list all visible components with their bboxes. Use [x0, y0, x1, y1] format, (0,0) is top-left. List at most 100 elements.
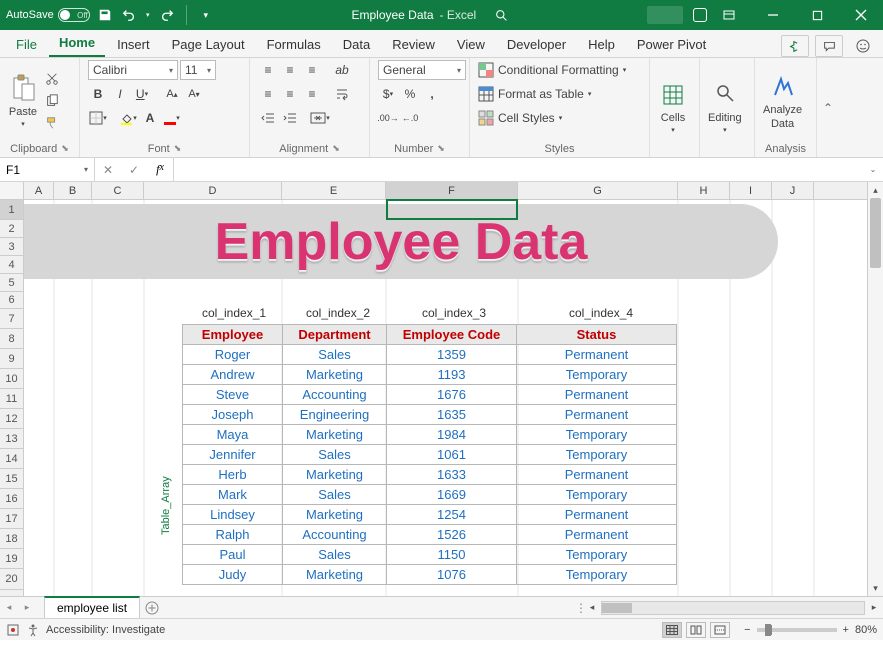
table-cell[interactable]: Marketing	[283, 505, 387, 525]
vertical-scrollbar[interactable]: ▴ ▾	[867, 182, 883, 596]
row-header[interactable]: 8	[0, 329, 23, 349]
row-header[interactable]: 6	[0, 292, 23, 309]
horizontal-scrollbar[interactable]: ◂ ▸	[583, 601, 883, 615]
font-color-icon[interactable]: A	[140, 108, 160, 128]
italic-icon[interactable]: I	[110, 84, 130, 104]
zoom-level[interactable]: 80%	[855, 624, 877, 636]
zoom-slider[interactable]	[757, 628, 837, 632]
scroll-right-icon[interactable]: ▸	[865, 602, 883, 613]
comma-icon[interactable]: ,	[422, 84, 442, 104]
table-cell[interactable]: Marketing	[283, 425, 387, 445]
column-header[interactable]: I	[730, 182, 772, 199]
row-header[interactable]: 15	[0, 469, 23, 489]
table-cell[interactable]: 1669	[387, 485, 517, 505]
scroll-left-icon[interactable]: ◂	[583, 602, 601, 613]
table-cell[interactable]: Judy	[183, 565, 283, 585]
page-break-view-icon[interactable]	[710, 622, 730, 638]
table-cell[interactable]: Sales	[283, 485, 387, 505]
table-cell[interactable]: 1359	[387, 345, 517, 365]
cancel-formula-icon[interactable]: ✕	[95, 163, 121, 177]
increase-decimal-icon[interactable]: .00→	[378, 108, 398, 128]
cells-button[interactable]: Cells▾	[658, 80, 688, 134]
table-cell[interactable]: 1150	[387, 545, 517, 565]
table-cell[interactable]: Temporary	[517, 425, 677, 445]
table-cell[interactable]: 1076	[387, 565, 517, 585]
table-cell[interactable]: Lindsey	[183, 505, 283, 525]
table-cell[interactable]: Ralph	[183, 525, 283, 545]
table-cell[interactable]: Sales	[283, 345, 387, 365]
sheet-tab-active[interactable]: employee list	[44, 596, 140, 618]
align-middle-icon[interactable]: ≡	[280, 60, 300, 80]
increase-indent-icon[interactable]	[280, 108, 300, 128]
tab-page-layout[interactable]: Page Layout	[162, 32, 255, 57]
table-cell[interactable]: Permanent	[517, 385, 677, 405]
table-cell[interactable]: 1633	[387, 465, 517, 485]
table-cell[interactable]: 1193	[387, 365, 517, 385]
format-as-table-button[interactable]: Format as Table▾	[478, 84, 591, 104]
cut-icon[interactable]	[42, 69, 62, 89]
font-size-combo[interactable]: 11▾	[180, 60, 216, 80]
row-header[interactable]: 20	[0, 569, 23, 590]
row-header[interactable]: 3	[0, 238, 23, 256]
page-layout-view-icon[interactable]	[686, 622, 706, 638]
fx-icon[interactable]: fx	[147, 162, 173, 177]
zoom-control[interactable]: − + 80%	[744, 624, 877, 636]
smiley-feedback-icon[interactable]	[849, 35, 877, 57]
tab-power-pivot[interactable]: Power Pivot	[627, 32, 716, 57]
row-header[interactable]: 7	[0, 309, 23, 329]
table-cell[interactable]: Accounting	[283, 525, 387, 545]
column-header[interactable]: F	[386, 182, 518, 199]
table-cell[interactable]: Permanent	[517, 345, 677, 365]
align-left-icon[interactable]: ≡	[258, 84, 278, 104]
normal-view-icon[interactable]	[662, 622, 682, 638]
add-sheet-icon[interactable]	[140, 597, 164, 619]
table-cell[interactable]: Herb	[183, 465, 283, 485]
row-header[interactable]: 11	[0, 389, 23, 409]
increase-font-icon[interactable]: A▴	[162, 84, 182, 104]
column-header[interactable]: J	[772, 182, 814, 199]
decrease-font-icon[interactable]: A▾	[184, 84, 204, 104]
table-cell[interactable]: 1526	[387, 525, 517, 545]
row-header[interactable]: 18	[0, 529, 23, 549]
account-area[interactable]	[647, 6, 683, 24]
tab-data[interactable]: Data	[333, 32, 380, 57]
zoom-in-icon[interactable]: +	[843, 624, 849, 636]
minimize-icon[interactable]	[751, 0, 795, 30]
table-cell[interactable]: Maya	[183, 425, 283, 445]
table-cell[interactable]: Accounting	[283, 385, 387, 405]
grid[interactable]: Employee Data Table_Array col_index_1 co…	[24, 200, 867, 596]
merge-icon[interactable]: ▾	[310, 108, 330, 128]
sheet-nav-prev-icon[interactable]: ◂	[0, 602, 18, 613]
table-cell[interactable]: Marketing	[283, 565, 387, 585]
tab-formulas[interactable]: Formulas	[257, 32, 331, 57]
close-icon[interactable]	[839, 0, 883, 30]
font-name-combo[interactable]: Calibri▾	[88, 60, 178, 80]
tab-home[interactable]: Home	[49, 30, 105, 57]
macro-record-icon[interactable]	[6, 623, 20, 637]
table-cell[interactable]: Marketing	[283, 365, 387, 385]
table-cell[interactable]: Steve	[183, 385, 283, 405]
table-cell[interactable]: Jennifer	[183, 445, 283, 465]
tab-developer[interactable]: Developer	[497, 32, 576, 57]
align-bottom-icon[interactable]: ≡	[302, 60, 322, 80]
name-box[interactable]: F1▾	[0, 158, 95, 181]
dialog-launcher-icon[interactable]: ⬊	[61, 143, 69, 155]
column-header[interactable]: C	[92, 182, 144, 199]
table-cell[interactable]: Temporary	[517, 485, 677, 505]
table-cell[interactable]: Temporary	[517, 545, 677, 565]
accessibility-status[interactable]: Accessibility: Investigate	[46, 624, 165, 636]
table-cell[interactable]: Marketing	[283, 465, 387, 485]
table-cell[interactable]: Sales	[283, 445, 387, 465]
orientation-icon[interactable]: ab	[332, 60, 352, 80]
dialog-launcher-icon[interactable]: ⬊	[332, 143, 340, 155]
zoom-out-icon[interactable]: −	[744, 624, 750, 636]
comments-button[interactable]	[815, 35, 843, 57]
bold-icon[interactable]: B	[88, 84, 108, 104]
column-header[interactable]: E	[282, 182, 386, 199]
save-icon[interactable]	[96, 6, 114, 24]
table-cell[interactable]: Temporary	[517, 365, 677, 385]
paste-button[interactable]: Paste ▾	[8, 74, 38, 128]
row-header[interactable]: 13	[0, 429, 23, 449]
borders-icon[interactable]: ▾	[88, 108, 108, 128]
column-headers[interactable]: ABCDEFGHIJ	[24, 182, 867, 200]
